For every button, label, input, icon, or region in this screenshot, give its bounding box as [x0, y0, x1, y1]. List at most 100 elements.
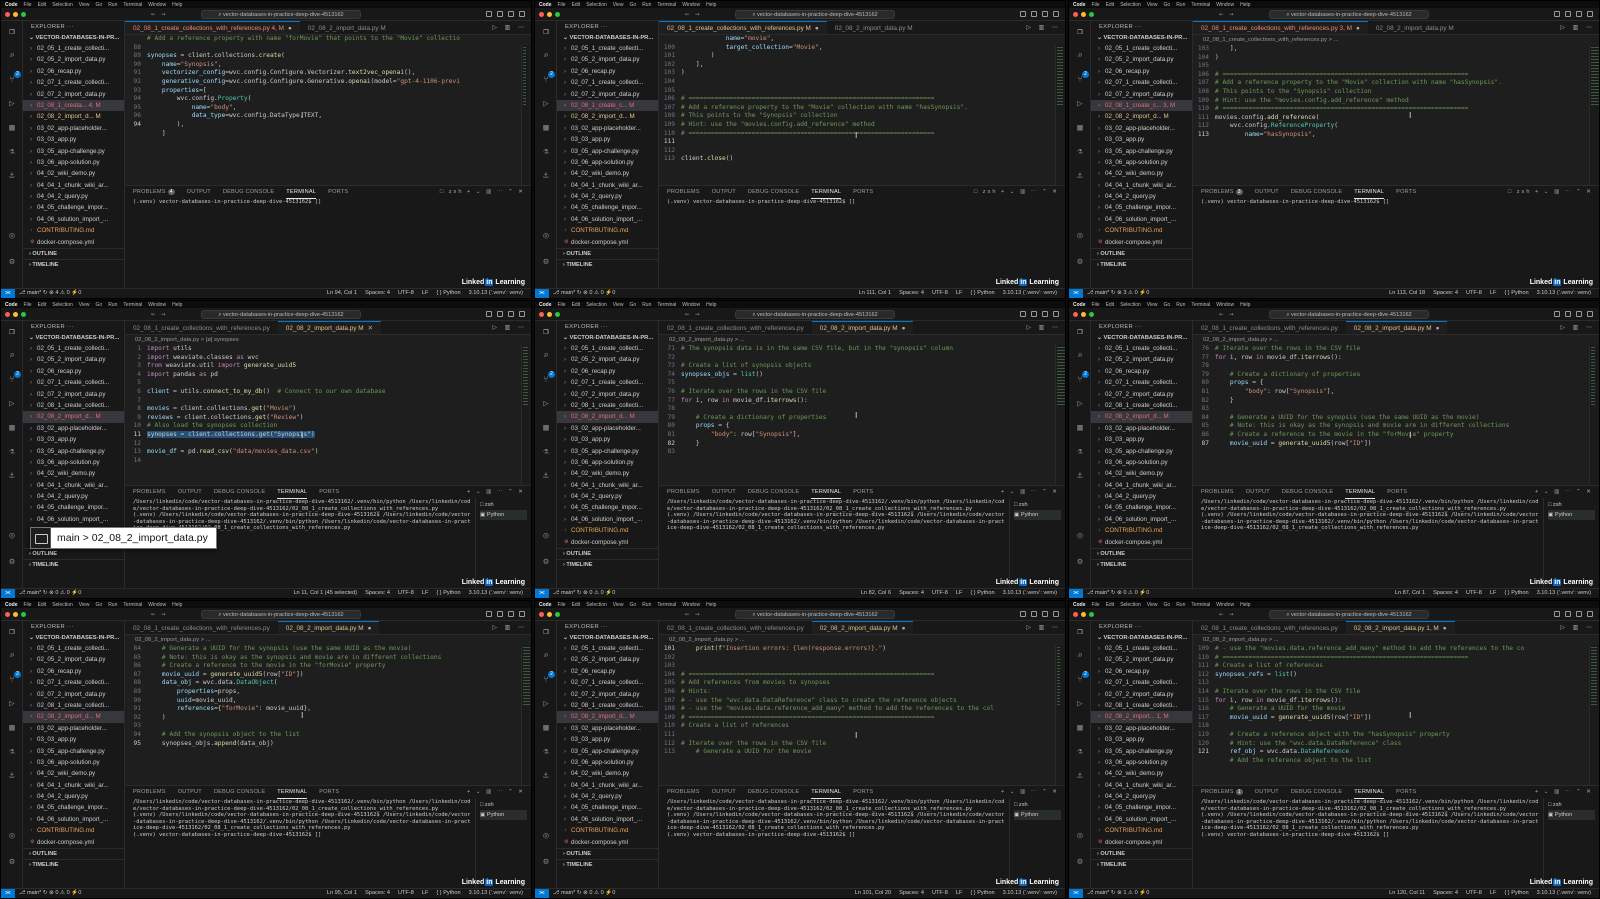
file-tree-item[interactable]: 02_05_2_import_data.py [557, 354, 658, 365]
menu-item-view[interactable]: View [1147, 302, 1158, 308]
zoom-dot[interactable] [555, 12, 560, 17]
file-tree-item[interactable]: 04_06_solution_import_... [1091, 514, 1192, 525]
accounts-icon[interactable]: ◎ [1075, 531, 1085, 541]
manage-gear-icon[interactable]: ⚙ [7, 857, 17, 867]
minimize-dot[interactable] [13, 312, 18, 317]
code-editor[interactable]: 84 # Generate a UUID for the synopsis (u… [125, 645, 521, 785]
menu-item-go[interactable]: Go [630, 302, 637, 308]
menu-item-code[interactable]: Code [5, 2, 18, 8]
docker-icon[interactable]: ⚓ [7, 771, 17, 781]
menu-item-run[interactable]: Run [108, 302, 117, 308]
menu-item-window[interactable]: Window [148, 2, 166, 8]
file-tree-item[interactable]: 02_05_2_import_data.py [23, 54, 124, 65]
menu-item-view[interactable]: View [79, 302, 90, 308]
timeline-section[interactable]: › TIMELINE [557, 859, 658, 870]
file-tree-item[interactable]: 02_06_recap.py [23, 666, 124, 677]
panel-tab-ports[interactable]: PORTS [328, 186, 348, 198]
file-tree-item[interactable]: 02_05_2_import_data.py [1091, 354, 1192, 365]
toggle-panel-icon[interactable] [497, 611, 503, 617]
menu-item-help[interactable]: Help [172, 302, 182, 308]
tab-collections-file[interactable]: 02_08_1_create_collections_with_referenc… [125, 21, 300, 34]
file-tree-item[interactable]: 02_07_2_import_data.py [1091, 89, 1192, 100]
file-tree-item[interactable]: 03_06_app-solution.py [1091, 757, 1192, 768]
menu-item-file[interactable]: File [558, 302, 566, 308]
zoom-dot[interactable] [555, 312, 560, 317]
testing-icon[interactable]: ⚗ [1075, 147, 1085, 157]
zoom-dot[interactable] [21, 312, 26, 317]
git-branch[interactable]: ⎇ main* ↻ ⊗ 0 ⚠ 0 ⚡0 [553, 890, 615, 896]
files-icon[interactable]: ❐ [541, 27, 551, 37]
terminal-instance-zsh[interactable]: □ zsh [1548, 500, 1595, 510]
terminal-actions[interactable]: + ⌄ ▥ ⋯ ⌃ ✕ [1001, 786, 1059, 798]
file-tree-item[interactable]: 03_05_app-challenge.py [557, 746, 658, 757]
file-tree-item[interactable]: 04_05_challenge_impor... [1091, 202, 1192, 213]
docker-icon[interactable]: ⚓ [7, 171, 17, 181]
tab-collections-file[interactable]: 02_08_1_create_collections_with_referenc… [659, 322, 812, 334]
status-item[interactable]: UTF-8 [398, 289, 414, 298]
toggle-sidebar-icon[interactable] [486, 311, 492, 317]
status-item[interactable]: 3.10.13 ('.venv': venv) [1003, 589, 1057, 598]
status-item[interactable]: Spaces: 4 [365, 589, 390, 598]
file-tree-item[interactable]: 04_04_1_chunk_wiki_ar... [1091, 480, 1192, 491]
timeline-section[interactable]: › TIMELINE [557, 259, 658, 270]
panel-tab-terminal[interactable]: TERMINAL [1354, 186, 1385, 199]
workspace-root-folder[interactable]: ⌄ VECTOR-DATABASES-IN-PR... [1091, 633, 1192, 643]
tab-import-data-file[interactable]: 02_08_2_import_data.py M [1368, 22, 1462, 34]
menu-item-terminal[interactable]: Terminal [1191, 2, 1210, 8]
timeline-section[interactable]: › TIMELINE [23, 559, 124, 570]
toggle-sidebar-icon[interactable] [486, 611, 492, 617]
menu-item-run[interactable]: Run [642, 602, 651, 608]
menu-item-edit[interactable]: Edit [38, 602, 47, 608]
close-dot[interactable] [539, 312, 544, 317]
menu-item-window[interactable]: Window [1216, 2, 1234, 8]
minimap[interactable] [1055, 345, 1065, 485]
file-tree-item[interactable]: 02_08_2_import_d... M [1091, 111, 1192, 122]
menu-item-file[interactable]: File [1092, 302, 1100, 308]
status-item[interactable]: 3.10.13 ('.venv': venv) [469, 589, 523, 598]
manage-gear-icon[interactable]: ⚙ [541, 857, 551, 867]
file-tree-item[interactable]: 02_07_1_create_collecti... [1091, 677, 1192, 688]
status-item[interactable]: LF [422, 289, 429, 298]
customize-layout-icon[interactable] [519, 11, 525, 17]
close-dot[interactable] [1073, 612, 1078, 617]
tab-import-data-file[interactable]: 02_08_2_import_data.py M [827, 22, 921, 34]
menu-item-selection[interactable]: Selection [1120, 302, 1141, 308]
git-branch[interactable]: ⎇ main* ↻ ⊗ 3 ⚠ 0 ⚡0 [1087, 290, 1149, 296]
terminal-output[interactable]: /Users/linkedin/code/vector-databases-in… [1201, 799, 1539, 888]
file-tree-item[interactable]: 02_05_1_create_collecti... [557, 643, 658, 654]
file-tree-item[interactable]: 02_06_recap.py [557, 666, 658, 677]
file-tree-item[interactable]: 03_02_app-placeholder... [23, 723, 124, 734]
file-tree-item[interactable]: 02_06_recap.py [557, 366, 658, 377]
file-tree-item[interactable]: 04_04_2_query.py [557, 191, 658, 202]
file-tree-item[interactable]: 04_04_2_query.py [23, 791, 124, 802]
extensions-icon[interactable]: ▦ [1075, 423, 1085, 433]
files-icon[interactable]: ❐ [7, 27, 17, 37]
toggle-sidebar-icon[interactable] [1554, 311, 1560, 317]
status-item[interactable]: { } Python [970, 289, 994, 298]
file-tree-item[interactable]: 04_04_1_chunk_wiki_ar... [557, 480, 658, 491]
search-icon[interactable]: ⌕ [7, 651, 17, 661]
panel-tab-terminal[interactable]: TERMINAL [811, 486, 842, 499]
panel-tab-debug-console[interactable]: DEBUG CONSOLE [223, 186, 274, 198]
file-tree-item[interactable]: 04_04_1_chunk_wiki_ar... [23, 480, 124, 491]
tab-close-icon[interactable]: ✕ [368, 325, 373, 332]
menu-item-run[interactable]: Run [642, 2, 651, 8]
file-tree-item[interactable]: 03_06_app-solution.py [557, 157, 658, 168]
file-tree-item[interactable]: 04_04_2_query.py [557, 491, 658, 502]
file-tree-item[interactable]: 02_07_1_create_collecti... [1091, 77, 1192, 88]
status-item[interactable]: UTF-8 [398, 889, 414, 898]
tab-collections-file[interactable]: 02_08_1_create_collections_with_referenc… [659, 21, 827, 34]
file-tree-item[interactable]: 04_04_2_query.py [1091, 191, 1192, 202]
panel-tab-output[interactable]: OUTPUT [712, 786, 736, 798]
menu-item-edit[interactable]: Edit [38, 302, 47, 308]
terminal-output[interactable]: /Users/linkedin/code/vector-databases-in… [133, 799, 471, 888]
panel-tab-problems[interactable]: PROBLEMS [667, 486, 700, 498]
breadcrumb[interactable]: 02_08_2_import_data.py > ... [659, 335, 1065, 345]
menu-item-help[interactable]: Help [1240, 2, 1250, 8]
nav-arrows-icon[interactable]: ←→ [685, 610, 705, 618]
toggle-sidebar-icon[interactable] [1020, 611, 1026, 617]
file-tree-item[interactable]: 04_05_challenge_impor... [557, 202, 658, 213]
menu-item-file[interactable]: File [558, 2, 566, 8]
terminal-instance-zsh[interactable]: □ zsh [480, 800, 527, 810]
testing-icon[interactable]: ⚗ [541, 747, 551, 757]
